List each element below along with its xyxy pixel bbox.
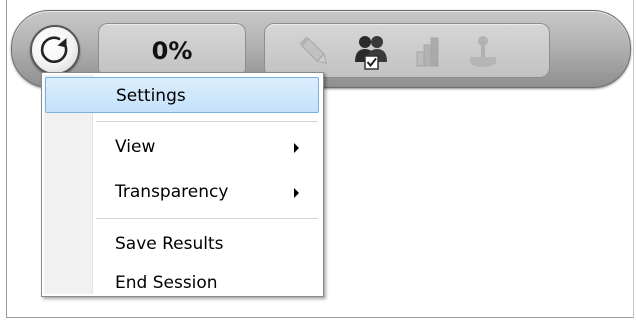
progress-display: 0%: [98, 23, 246, 78]
menu-item-label: Transparency: [115, 182, 229, 202]
menu-item-view[interactable]: View: [45, 129, 319, 165]
context-menu: Settings View Transparency Save Results …: [41, 72, 324, 297]
bar-chart-icon: [416, 37, 439, 67]
menu-item-label: End Session: [115, 273, 218, 293]
progress-text: 0%: [151, 36, 193, 65]
chart-tool-button[interactable]: [407, 32, 447, 72]
pencil-icon: [299, 36, 327, 64]
power-icon: [40, 36, 68, 64]
submenu-arrow-icon: [294, 143, 299, 153]
menu-item-label: View: [115, 137, 156, 157]
users-check-icon: [355, 36, 387, 70]
menu-item-label: Settings: [116, 86, 186, 106]
participants-tool-button[interactable]: [351, 32, 391, 72]
menu-item-save-results[interactable]: Save Results: [45, 226, 319, 262]
menu-separator: [96, 218, 318, 220]
submenu-arrow-icon: [294, 188, 299, 198]
joystick-tool-button[interactable]: [463, 32, 503, 72]
tools-group: [264, 23, 550, 78]
menu-item-transparency[interactable]: Transparency: [45, 174, 319, 210]
menu-orb-button[interactable]: [30, 25, 80, 75]
menu-separator: [96, 121, 318, 123]
joystick-icon: [470, 36, 496, 67]
menu-item-settings[interactable]: Settings: [45, 77, 319, 113]
menu-item-end-session[interactable]: End Session: [45, 265, 319, 301]
menu-item-label: Save Results: [115, 234, 224, 254]
pencil-tool-button[interactable]: [295, 32, 335, 72]
